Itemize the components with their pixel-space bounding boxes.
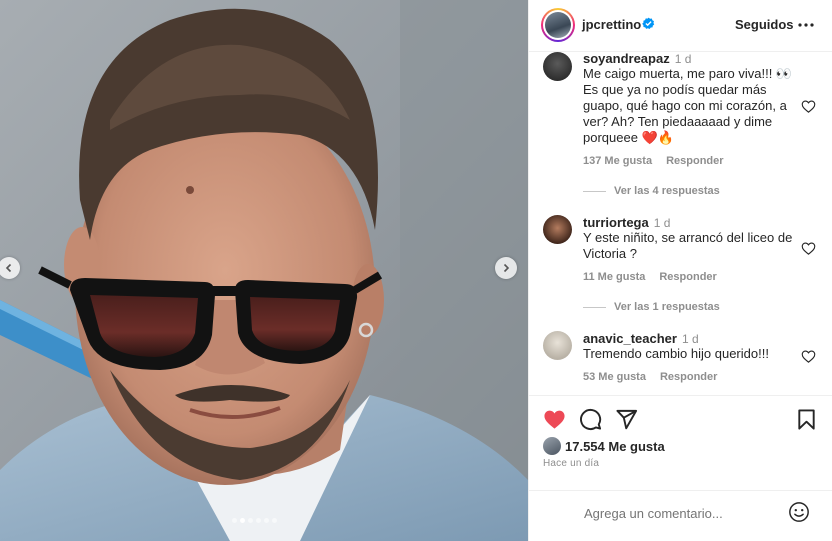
view-replies-button[interactable]: Ver las 1 respuestas (583, 301, 720, 313)
post-photo (0, 0, 528, 541)
reply-button[interactable]: Responder (666, 155, 723, 167)
post-header: jpcrettino Seguidos (529, 0, 832, 52)
commenter-avatar[interactable] (543, 215, 572, 244)
comment-text: Me caigo muerta, me paro viva!!! 👀 Es qu… (583, 66, 793, 145)
emoji-icon[interactable] (788, 501, 810, 523)
comment-time: 1 d (653, 216, 671, 230)
comment-time: 1 d (681, 332, 699, 346)
carousel-dot[interactable] (240, 518, 245, 523)
comment-username[interactable]: turriortega (583, 215, 649, 230)
likes-summary[interactable]: 17.554 Me gusta (543, 437, 665, 455)
comment-meta: 11 Me gusta Responder (583, 271, 731, 283)
heart-outline-icon[interactable] (801, 349, 816, 364)
carousel-next-button[interactable] (495, 257, 517, 279)
comment-input[interactable] (584, 504, 784, 522)
bookmark-icon[interactable] (795, 408, 818, 431)
carousel-dot[interactable] (248, 518, 253, 523)
send-icon[interactable] (615, 408, 638, 431)
reply-button[interactable]: Responder (659, 271, 716, 283)
add-comment-bar (529, 490, 832, 541)
following-button[interactable]: Seguidos (735, 17, 794, 32)
comment-icon[interactable] (579, 408, 602, 431)
post-actions: 17.554 Me gusta Hace un día (529, 395, 832, 490)
comment-time: 1 d (674, 52, 692, 66)
carousel-dot[interactable] (272, 518, 277, 523)
view-replies-label: Ver las 4 respuestas (614, 185, 720, 197)
comment-username[interactable]: anavic_teacher (583, 331, 677, 346)
comments-list[interactable]: soyandreapaz 1 d Me caigo muerta, me paro… (529, 52, 832, 395)
view-replies-label: Ver las 1 respuestas (614, 301, 720, 313)
comment-text: Y este niñito, se arrancó del liceo de V… (583, 230, 793, 261)
commenter-avatar[interactable] (543, 52, 572, 81)
author-username[interactable]: jpcrettino (582, 17, 641, 32)
carousel-dot[interactable] (264, 518, 269, 523)
comment-likes[interactable]: 137 Me gusta (583, 155, 652, 167)
carousel-dot[interactable] (232, 518, 237, 523)
comment-username[interactable]: soyandreapaz (583, 52, 670, 66)
likes-count[interactable]: 17.554 Me gusta (565, 439, 665, 454)
chevron-left-icon (5, 263, 12, 273)
comment-likes[interactable]: 53 Me gusta (583, 371, 646, 383)
comment-meta: 137 Me gusta Responder (583, 155, 738, 167)
heart-filled-icon[interactable] (543, 408, 566, 431)
replies-divider (583, 190, 606, 192)
replies-divider (583, 306, 606, 308)
view-replies-button[interactable]: Ver las 4 respuestas (583, 185, 720, 197)
post-timestamp: Hace un día (543, 458, 600, 469)
heart-outline-icon[interactable] (801, 99, 816, 114)
reply-button[interactable]: Responder (660, 371, 717, 383)
comment-likes[interactable]: 11 Me gusta (583, 271, 645, 283)
comment-text: Tremendo cambio hijo querido!!! (583, 346, 769, 361)
carousel-dot[interactable] (256, 518, 261, 523)
author-avatar[interactable] (541, 8, 575, 42)
carousel-dots (232, 518, 277, 523)
verified-badge-icon (642, 17, 655, 29)
commenter-avatar[interactable] (543, 331, 572, 360)
post-side-panel: jpcrettino Seguidos soyandreapaz 1 d Me c… (528, 0, 832, 541)
chevron-right-icon (503, 263, 510, 273)
comment-meta: 53 Me gusta Responder (583, 371, 731, 383)
liker-avatar (543, 437, 561, 455)
heart-outline-icon[interactable] (801, 241, 816, 256)
more-horizontal-icon[interactable] (797, 16, 815, 34)
post-media[interactable] (0, 0, 528, 541)
